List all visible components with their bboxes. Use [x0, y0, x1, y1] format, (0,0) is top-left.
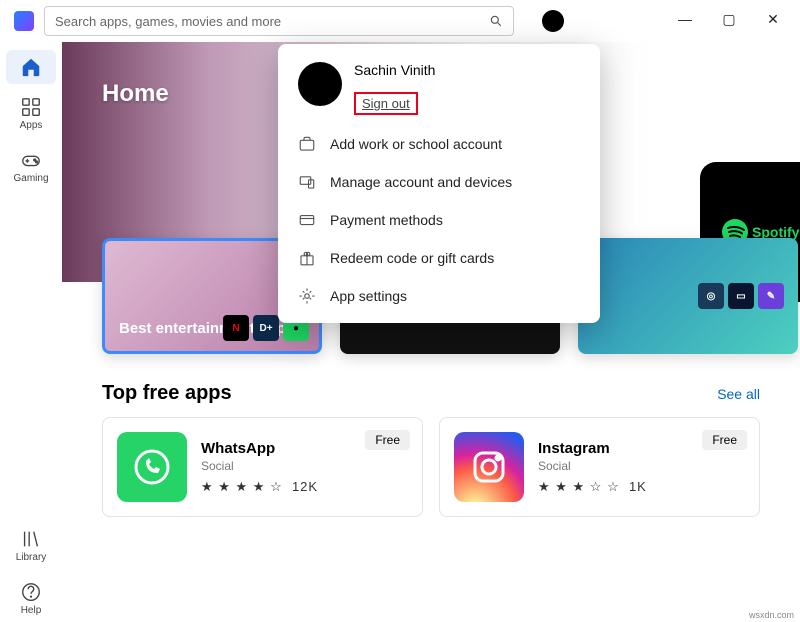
- gaming-icon: [20, 149, 42, 171]
- search-input[interactable]: Search apps, games, movies and more: [44, 6, 514, 36]
- section-title: Top free apps: [102, 382, 232, 405]
- app-tile-icon: ✎: [758, 283, 784, 309]
- app-card-instagram[interactable]: Instagram Social ★ ★ ★ ☆ ☆ 1K Free: [439, 417, 760, 517]
- sidebar-item-apps[interactable]: Apps: [6, 90, 56, 137]
- account-dropdown: Sachin Vinith Sign out Add work or schoo…: [278, 44, 600, 323]
- app-tile-icon: ▭: [728, 283, 754, 309]
- home-icon: [20, 56, 42, 78]
- app-rating: ★ ★ ★ ★ ☆ 12K: [201, 479, 318, 495]
- whatsapp-icon: [117, 432, 187, 502]
- app-name: Instagram: [538, 440, 647, 457]
- app-name: WhatsApp: [201, 440, 318, 457]
- app-category: Social: [538, 459, 647, 473]
- menu-label: App settings: [330, 288, 407, 304]
- app-category: Social: [201, 459, 318, 473]
- sidebar-item-label: Library: [16, 552, 47, 563]
- close-button[interactable]: ✕: [760, 6, 786, 32]
- library-icon: [20, 528, 42, 550]
- app-card-whatsapp[interactable]: WhatsApp Social ★ ★ ★ ★ ☆ 12K Free: [102, 417, 423, 517]
- briefcase-icon: [298, 135, 316, 153]
- top-free-section: Top free apps See all WhatsApp Social ★ …: [62, 382, 800, 517]
- gift-icon: [298, 249, 316, 267]
- see-all-link[interactable]: See all: [717, 386, 760, 402]
- menu-payment[interactable]: Payment methods: [278, 201, 600, 239]
- price-badge[interactable]: Free: [702, 430, 747, 450]
- minimize-button[interactable]: —: [672, 6, 698, 32]
- menu-settings[interactable]: App settings: [278, 277, 600, 315]
- instagram-icon: [454, 432, 524, 502]
- sidebar-item-label: Help: [21, 605, 42, 616]
- sidebar-item-library[interactable]: Library: [6, 522, 56, 569]
- watermark: wsxdn.com: [749, 610, 794, 620]
- menu-manage-account[interactable]: Manage account and devices: [278, 163, 600, 201]
- sidebar-item-label: Gaming: [13, 173, 48, 184]
- user-name: Sachin Vinith: [354, 62, 435, 78]
- search-placeholder: Search apps, games, movies and more: [55, 14, 489, 29]
- menu-redeem[interactable]: Redeem code or gift cards: [278, 239, 600, 277]
- card-featured-apps[interactable]: ◎ ▭ ✎: [578, 238, 798, 354]
- help-icon: [20, 581, 42, 603]
- card-icon: [298, 211, 316, 229]
- page-title: Home: [102, 80, 169, 108]
- menu-label: Payment methods: [330, 212, 443, 228]
- apps-icon: [20, 96, 42, 118]
- menu-label: Manage account and devices: [330, 174, 512, 190]
- menu-label: Redeem code or gift cards: [330, 250, 494, 266]
- user-avatar-icon: [298, 62, 342, 106]
- dropdown-header: Sachin Vinith Sign out: [278, 58, 600, 125]
- gear-icon: [298, 287, 316, 305]
- netflix-icon: N: [223, 315, 249, 341]
- profile-avatar[interactable]: [542, 10, 564, 32]
- app-rating: ★ ★ ★ ☆ ☆ 1K: [538, 479, 647, 495]
- sign-out-link[interactable]: Sign out: [354, 92, 418, 115]
- sidebar-item-help[interactable]: Help: [6, 575, 56, 622]
- window-controls: — ▢ ✕: [658, 0, 800, 38]
- sidebar-item-gaming[interactable]: Gaming: [6, 143, 56, 190]
- devices-icon: [298, 173, 316, 191]
- menu-add-account[interactable]: Add work or school account: [278, 125, 600, 163]
- app-tile-icon: ◎: [698, 283, 724, 309]
- search-icon: [489, 14, 503, 28]
- sidebar-item-home[interactable]: [6, 50, 56, 84]
- sidebar-item-label: Apps: [20, 120, 43, 131]
- store-logo-icon: [14, 11, 34, 31]
- menu-label: Add work or school account: [330, 136, 502, 152]
- sidebar: Apps Gaming Library Help: [0, 42, 62, 622]
- price-badge[interactable]: Free: [365, 430, 410, 450]
- disney-icon: D+: [253, 315, 279, 341]
- maximize-button[interactable]: ▢: [716, 6, 742, 32]
